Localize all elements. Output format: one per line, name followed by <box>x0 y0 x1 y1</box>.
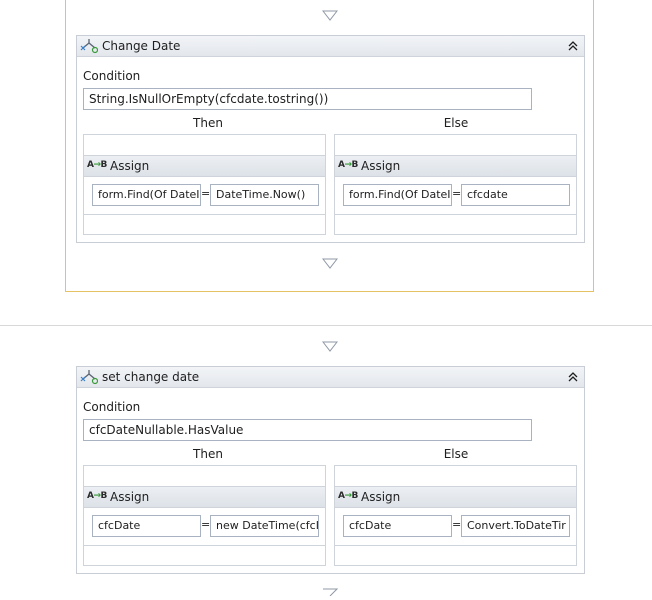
collapse-chevron-icon[interactable] <box>566 39 580 53</box>
assign-to-field[interactable]: cfcDate <box>92 515 201 537</box>
assign-icon: A→B <box>338 160 358 170</box>
assign-value-field[interactable]: new DateTime(cfcI <box>210 515 319 537</box>
assign-title: Assign <box>361 159 401 173</box>
else-branch[interactable]: A→B Assign cfcDate = Convert.ToDateTir <box>334 465 577 566</box>
assign-activity-else[interactable]: A→B Assign form.Find(Of DateI = cfcdate <box>335 155 576 215</box>
if-activity-header[interactable]: Change Date <box>77 36 584 57</box>
equals-sign: = <box>452 518 462 531</box>
assign-value-field[interactable]: Convert.ToDateTir <box>461 515 570 537</box>
assign-to-field[interactable]: form.Find(Of DateI <box>343 184 452 206</box>
assign-activity-then[interactable]: A→B Assign form.Find(Of DateI = DateTime… <box>84 155 325 215</box>
assign-activity-then[interactable]: A→B Assign cfcDate = new DateTime(cfcI <box>84 486 325 546</box>
condition-input[interactable]: String.IsNullOrEmpty(cfcdate.tostring()) <box>83 88 532 110</box>
condition-label: Condition <box>83 400 141 414</box>
assign-activity-else[interactable]: A→B Assign cfcDate = Convert.ToDateTir <box>335 486 576 546</box>
collapse-chevron-icon[interactable] <box>566 370 580 384</box>
equals-sign: = <box>201 187 211 200</box>
then-label: Then <box>193 447 223 461</box>
else-label: Else <box>443 116 469 130</box>
assign-title: Assign <box>110 490 150 504</box>
if-activity-change-date[interactable]: Change Date Condition String.IsNullOrEmp… <box>76 35 585 243</box>
condition-label: Condition <box>83 69 141 83</box>
condition-input[interactable]: cfcDateNullable.HasValue <box>83 419 532 441</box>
drop-arrow-icon[interactable] <box>322 258 338 270</box>
assign-to-field[interactable]: form.Find(Of DateI <box>92 184 201 206</box>
if-activity-icon <box>80 38 99 54</box>
assign-to-field[interactable]: cfcDate <box>343 515 452 537</box>
then-label: Then <box>193 116 223 130</box>
else-branch[interactable]: A→B Assign form.Find(Of DateI = cfcdate <box>334 134 577 235</box>
if-activity-header[interactable]: set change date <box>77 367 584 388</box>
if-activity-icon <box>80 369 99 385</box>
equals-sign: = <box>201 518 211 531</box>
if-activity-set-change-date[interactable]: set change date Condition cfcDateNullabl… <box>76 366 585 574</box>
drop-arrow-icon[interactable] <box>322 341 338 353</box>
equals-sign: = <box>452 187 462 200</box>
assign-icon: A→B <box>338 491 358 501</box>
assign-header[interactable]: A→B Assign <box>335 487 576 508</box>
assign-value-field[interactable]: cfcdate <box>461 184 570 206</box>
assign-title: Assign <box>361 490 401 504</box>
assign-icon: A→B <box>87 160 107 170</box>
assign-icon: A→B <box>87 491 107 501</box>
then-branch[interactable]: A→B Assign cfcDate = new DateTime(cfcI <box>83 465 326 566</box>
else-label: Else <box>443 447 469 461</box>
assign-header[interactable]: A→B Assign <box>84 156 325 177</box>
assign-value-field[interactable]: DateTime.Now() <box>210 184 319 206</box>
divider <box>0 325 652 326</box>
assign-header[interactable]: A→B Assign <box>84 487 325 508</box>
drop-arrow-icon[interactable] <box>322 10 338 22</box>
if-activity-title: Change Date <box>102 39 181 53</box>
if-activity-title: set change date <box>102 370 200 384</box>
drop-arrow-icon[interactable] <box>322 588 338 600</box>
then-branch[interactable]: A→B Assign form.Find(Of DateI = DateTime… <box>83 134 326 235</box>
assign-title: Assign <box>110 159 150 173</box>
assign-header[interactable]: A→B Assign <box>335 156 576 177</box>
